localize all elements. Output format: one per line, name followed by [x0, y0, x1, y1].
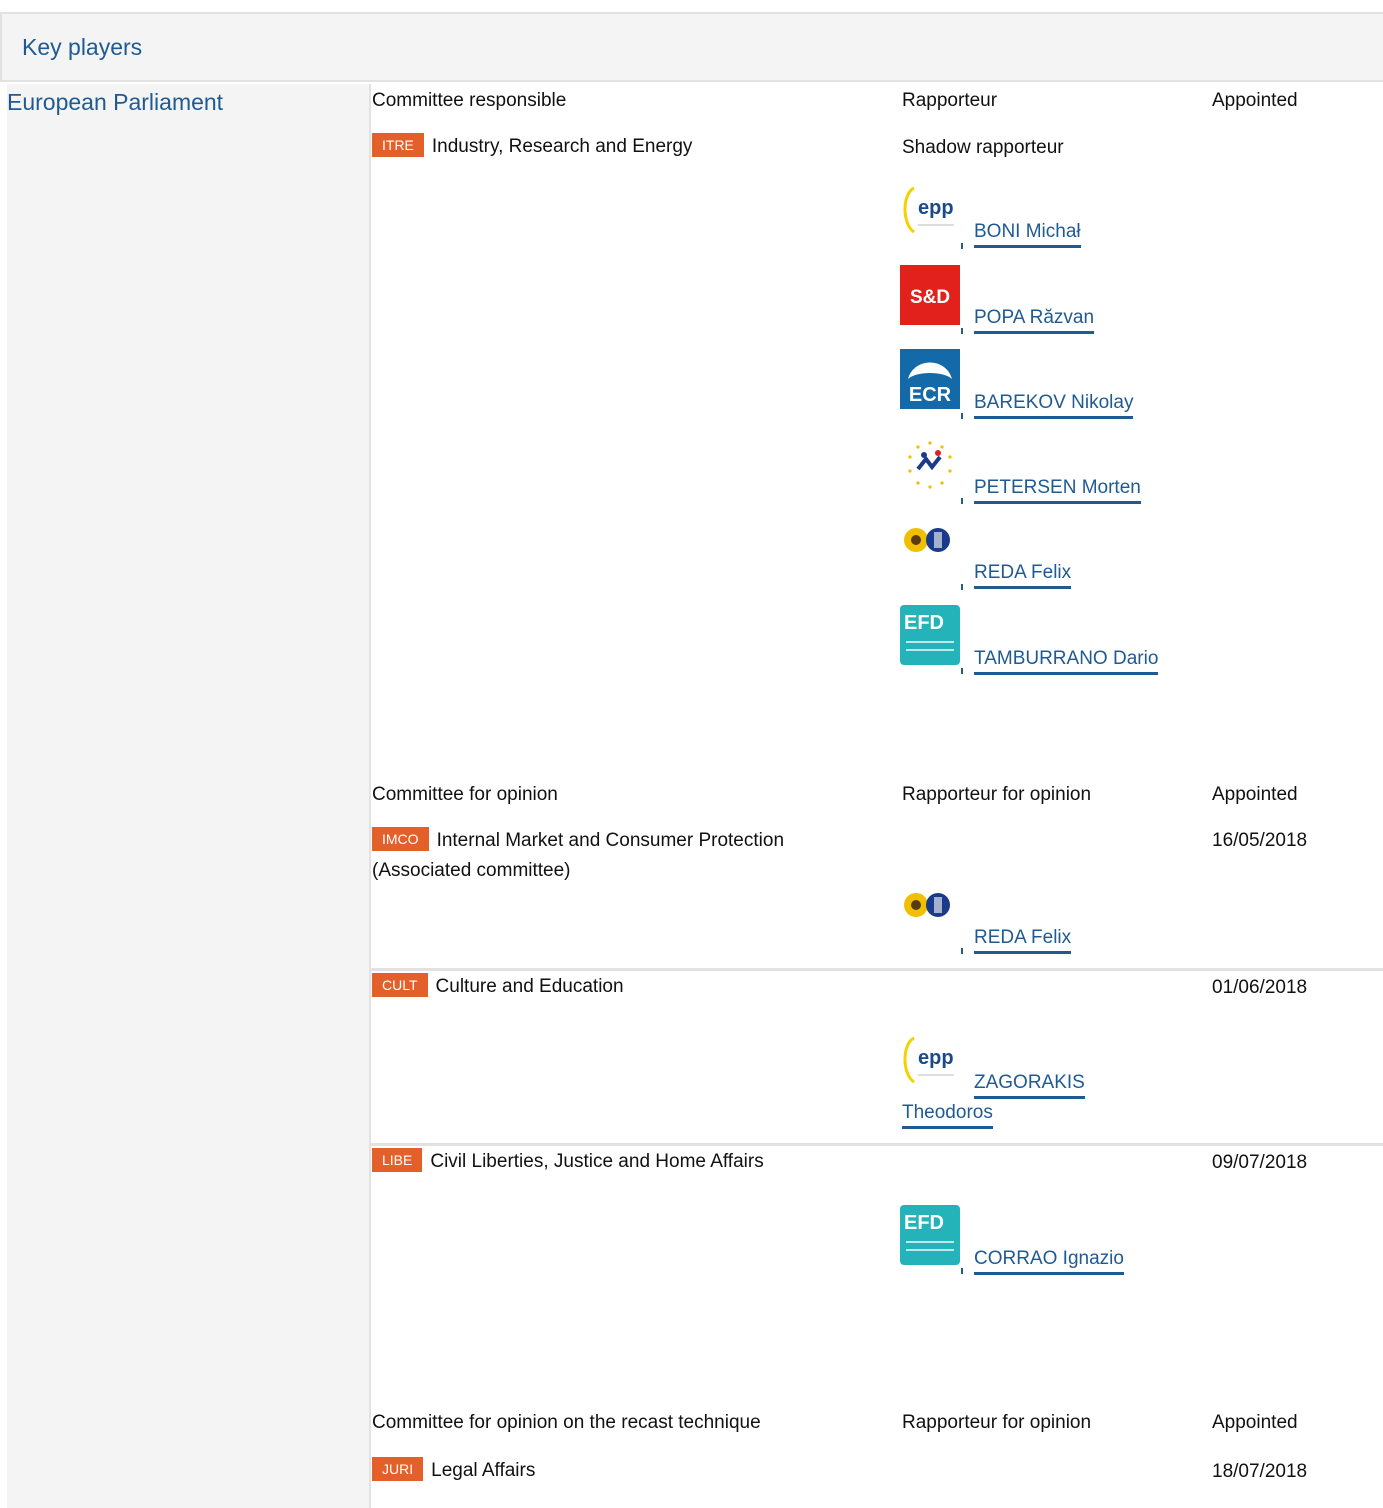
svg-text:epp: epp: [918, 197, 954, 219]
row-divider: [371, 968, 1383, 971]
tick-mark: [961, 243, 963, 249]
tick-mark: [961, 328, 963, 334]
tick-mark: [961, 948, 963, 954]
section-title: Key players: [22, 34, 143, 60]
committee-name: Industry, Research and Energy: [431, 136, 693, 157]
svg-text:EFD: EFD: [904, 612, 944, 634]
shadow-rapporteur-label: Shadow rapporteur: [902, 137, 1064, 158]
svg-text:epp: epp: [918, 1047, 954, 1069]
svg-text:S&D: S&D: [910, 287, 950, 308]
col-rapporteur: Rapporteur: [902, 90, 998, 111]
rapporteur-link-part2[interactable]: Theodoros: [902, 1101, 993, 1129]
col-committee-responsible: Committee responsible: [372, 90, 567, 111]
tick-mark: [961, 1268, 963, 1274]
col-rapporteur-opinion: Rapporteur for opinion: [902, 1412, 1092, 1433]
tick-mark: [961, 668, 963, 674]
committee-imco: IMCO Internal Market and Consumer Protect…: [372, 826, 892, 886]
committee-code-badge[interactable]: CULT: [372, 973, 428, 997]
committee-juri: JURI Legal Affairs: [372, 1456, 535, 1486]
committee-name: Culture and Education: [435, 976, 624, 997]
tick-mark: [961, 498, 963, 504]
rapporteur-link[interactable]: CORRAO Ignazio: [974, 1247, 1124, 1275]
col-appointed: Appointed: [1212, 90, 1298, 111]
svg-text:ECR: ECR: [909, 384, 952, 406]
committee-code-badge[interactable]: ITRE: [372, 133, 424, 157]
ecr-logo-icon: ECR: [900, 349, 960, 409]
rapporteur-link[interactable]: REDA Felix: [974, 926, 1072, 954]
col-rapporteur-opinion: Rapporteur for opinion: [902, 784, 1092, 805]
committee-name: Legal Affairs: [431, 1460, 536, 1481]
committee-note: (Associated committee): [372, 860, 571, 881]
tick-mark: [961, 584, 963, 590]
row-divider: [371, 1143, 1383, 1146]
col-committee-opinion: Committee for opinion: [372, 784, 558, 805]
institution-label: European Parliament: [7, 89, 224, 115]
efdd-logo-icon: EFD: [900, 605, 960, 665]
appointed-date: 09/07/2018: [1212, 1152, 1308, 1173]
shadow-rapporteur-link[interactable]: BAREKOV Nikolay: [974, 391, 1134, 419]
efdd-logo-icon: EFD: [900, 1205, 960, 1265]
col-appointed: Appointed: [1212, 1412, 1298, 1433]
committee-libe: LIBE Civil Liberties, Justice and Home Af…: [372, 1147, 764, 1177]
shadow-rapporteur-link[interactable]: POPA Răzvan: [974, 306, 1095, 334]
tick-mark: [961, 413, 963, 419]
svg-text:EFD: EFD: [904, 1212, 944, 1234]
sd-logo-icon: S&D: [900, 265, 960, 325]
rapporteur-link-part1[interactable]: ZAGORAKIS: [974, 1071, 1085, 1099]
committee-name: Civil Liberties, Justice and Home Affair…: [430, 1151, 764, 1172]
committee-name: Internal Market and Consumer Protection: [436, 830, 785, 851]
shadow-rapporteur-link[interactable]: REDA Felix: [974, 561, 1072, 589]
epp-logo-icon: epp: [900, 1030, 960, 1090]
greens-logo-icon: [900, 885, 960, 945]
col-committee-recast: Committee for opinion on the recast tech…: [372, 1412, 761, 1433]
committee-cult: CULT Culture and Education: [372, 972, 624, 1002]
committee-code-badge[interactable]: LIBE: [372, 1148, 423, 1172]
shadow-rapporteur-link[interactable]: TAMBURRANO Dario: [974, 647, 1159, 675]
appointed-date: 18/07/2018: [1212, 1461, 1308, 1482]
epp-logo-icon: epp: [900, 180, 960, 240]
committee-itre: ITRE Industry, Research and Energy: [372, 132, 692, 162]
institution-column: [7, 84, 369, 1508]
col-appointed: Appointed: [1212, 784, 1298, 805]
shadow-rapporteur-link[interactable]: BONI Michał: [974, 220, 1081, 248]
appointed-date: 01/06/2018: [1212, 977, 1308, 998]
committee-code-badge[interactable]: JURI: [372, 1457, 424, 1481]
shadow-rapporteur-link[interactable]: PETERSEN Morten: [974, 476, 1141, 504]
column-divider: [369, 84, 371, 1508]
key-players-header: [0, 12, 1383, 82]
appointed-date: 16/05/2018: [1212, 830, 1308, 851]
alde-logo-icon: [900, 435, 960, 495]
greens-logo-icon: [900, 520, 960, 580]
committee-code-badge[interactable]: IMCO: [372, 827, 429, 851]
